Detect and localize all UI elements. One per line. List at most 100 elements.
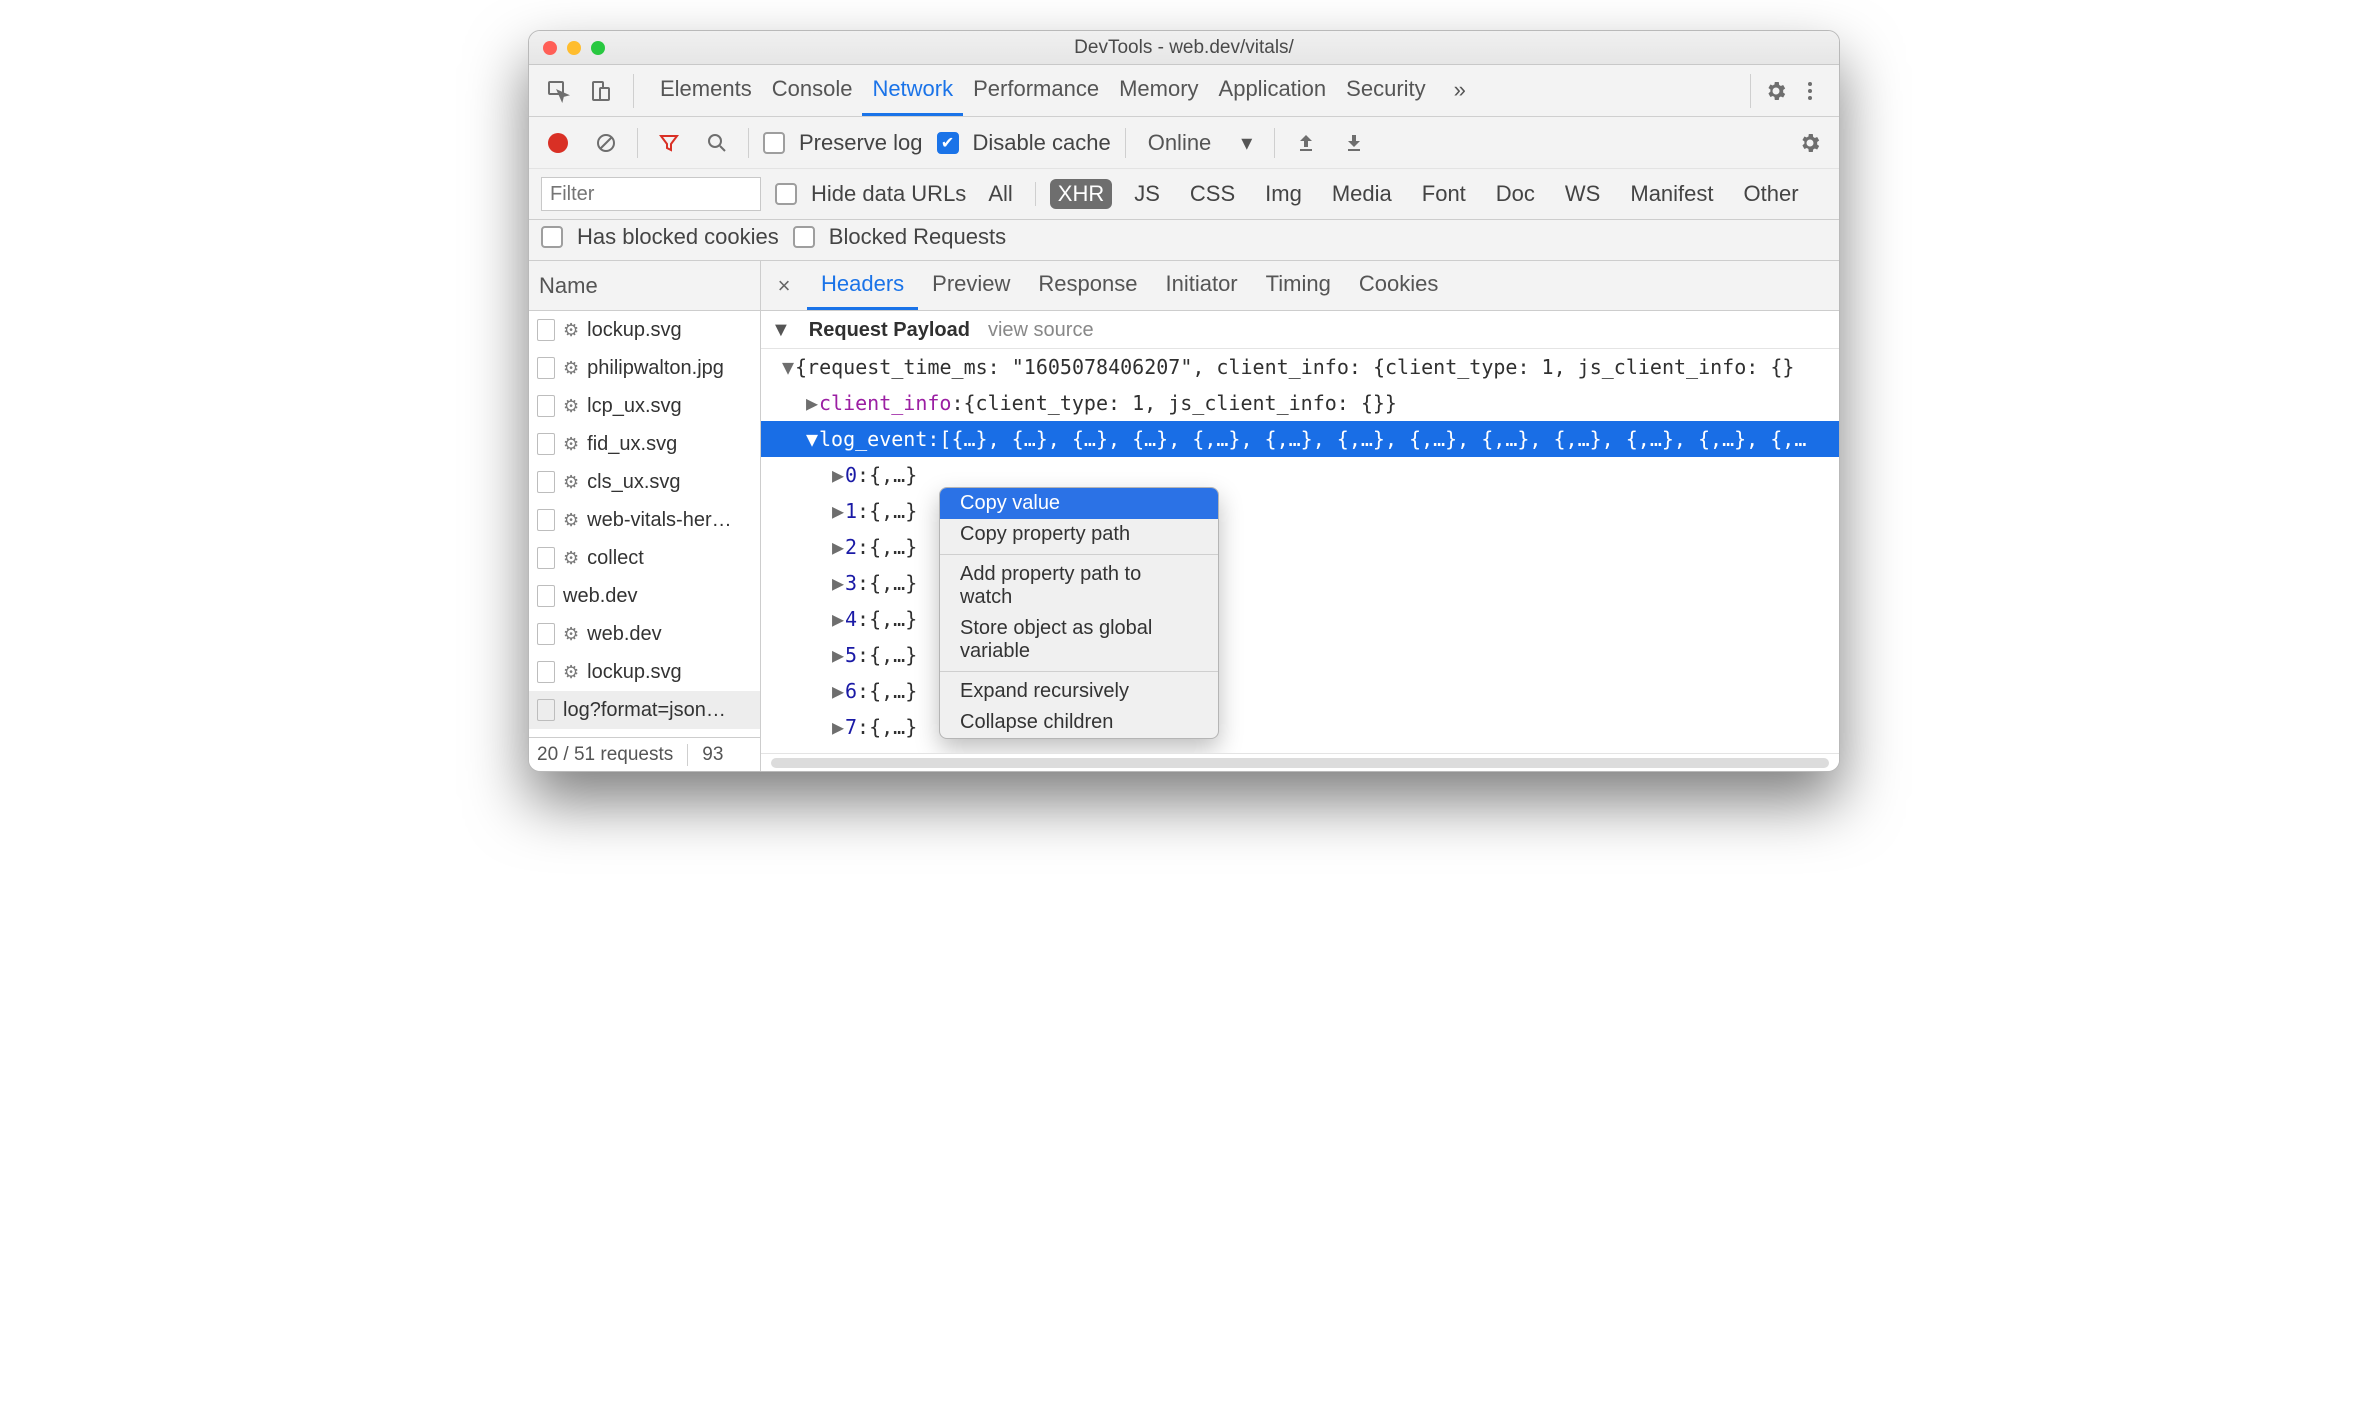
request-name: collect <box>587 547 644 570</box>
request-list-pane: Name ⚙lockup.svg⚙philipwalton.jpg⚙lcp_ux… <box>529 261 761 771</box>
request-name: fid_ux.svg <box>587 433 677 456</box>
filter-type-img[interactable]: Img <box>1257 179 1310 209</box>
filter-type-manifest[interactable]: Manifest <box>1622 179 1721 209</box>
chevron-right-icon: ▶ <box>831 499 845 523</box>
disable-cache-label: Disable cache <box>973 130 1111 156</box>
request-row[interactable]: ⚙web.dev <box>529 615 760 653</box>
detail-tab-timing[interactable]: Timing <box>1252 261 1345 310</box>
detail-tab-response[interactable]: Response <box>1024 261 1151 310</box>
filter-icon[interactable] <box>652 126 686 160</box>
panel-tab-performance[interactable]: Performance <box>963 65 1109 116</box>
detail-tab-cookies[interactable]: Cookies <box>1345 261 1452 310</box>
chevron-right-icon: ▶ <box>831 463 845 487</box>
filter-type-doc[interactable]: Doc <box>1488 179 1543 209</box>
blocked-requests-checkbox[interactable] <box>793 226 815 248</box>
panel-tab-network[interactable]: Network <box>862 65 963 116</box>
request-row[interactable]: ⚙lockup.svg <box>529 653 760 691</box>
gear-icon: ⚙ <box>563 662 579 683</box>
filter-type-js[interactable]: JS <box>1126 179 1168 209</box>
json-row[interactable]: ▶ 2: {,…} <box>761 529 1839 565</box>
window-close-icon[interactable] <box>543 41 557 55</box>
throttle-label: Online <box>1148 130 1212 156</box>
context-menu-separator <box>940 554 1218 555</box>
request-row[interactable]: web.dev <box>529 577 760 615</box>
detail-tab-initiator[interactable]: Initiator <box>1151 261 1251 310</box>
overflow-tabs-icon[interactable]: » <box>1444 66 1476 117</box>
filter-input[interactable] <box>541 177 761 211</box>
request-row[interactable]: ⚙lcp_ux.svg <box>529 387 760 425</box>
filter-type-font[interactable]: Font <box>1414 179 1474 209</box>
file-icon <box>537 433 555 455</box>
name-column-header[interactable]: Name <box>529 261 760 311</box>
context-menu-item[interactable]: Add property path to watch <box>940 559 1218 613</box>
window-minimize-icon[interactable] <box>567 41 581 55</box>
panel-tab-security[interactable]: Security <box>1336 65 1435 116</box>
context-menu-item[interactable]: Copy value <box>940 488 1218 519</box>
request-row[interactable]: ⚙cls_ux.svg <box>529 463 760 501</box>
throttle-select[interactable]: Online ▾ <box>1140 130 1261 156</box>
gear-icon: ⚙ <box>563 472 579 493</box>
panel-tab-application[interactable]: Application <box>1209 65 1337 116</box>
gear-icon: ⚙ <box>563 358 579 379</box>
clear-icon[interactable] <box>589 126 623 160</box>
json-row[interactable]: ▶ 7: {,…} <box>761 709 1839 745</box>
file-icon <box>537 509 555 531</box>
panel-tab-elements[interactable]: Elements <box>650 65 762 116</box>
filter-type-other[interactable]: Other <box>1736 179 1807 209</box>
view-source-link[interactable]: view source <box>988 319 1094 342</box>
context-menu-item[interactable]: Expand recursively <box>940 676 1218 707</box>
disable-cache-checkbox[interactable] <box>937 132 959 154</box>
json-root[interactable]: ▼ {request_time_ms: "1605078406207", cli… <box>761 349 1839 385</box>
filter-type-css[interactable]: CSS <box>1182 179 1243 209</box>
panel-tab-memory[interactable]: Memory <box>1109 65 1208 116</box>
filter-type-xhr[interactable]: XHR <box>1050 179 1112 209</box>
context-menu-item[interactable]: Collapse children <box>940 707 1218 738</box>
context-menu-item[interactable]: Copy property path <box>940 519 1218 550</box>
json-row[interactable]: ▶ 1: {,…} <box>761 493 1839 529</box>
has-blocked-cookies-checkbox[interactable] <box>541 226 563 248</box>
file-icon <box>537 585 555 607</box>
request-row[interactable]: ⚙web-vitals-her… <box>529 501 760 539</box>
panel-tab-console[interactable]: Console <box>762 65 863 116</box>
request-row[interactable]: ⚙collect <box>529 539 760 577</box>
preserve-log-checkbox[interactable] <box>763 132 785 154</box>
more-icon[interactable] <box>1793 74 1827 108</box>
request-payload-section[interactable]: ▼ Request Payload view source <box>761 311 1839 349</box>
filter-type-media[interactable]: Media <box>1324 179 1400 209</box>
horizontal-scrollbar[interactable] <box>771 758 1829 768</box>
hide-data-urls-checkbox[interactable] <box>775 183 797 205</box>
device-toolbar-icon[interactable] <box>583 74 617 108</box>
json-row[interactable]: ▶ 6: {,…} <box>761 673 1839 709</box>
search-icon[interactable] <box>700 126 734 160</box>
file-icon <box>537 319 555 341</box>
network-settings-icon[interactable] <box>1793 126 1827 160</box>
window-title: DevTools - web.dev/vitals/ <box>529 37 1839 59</box>
request-row[interactable]: ⚙lockup.svg <box>529 311 760 349</box>
file-icon <box>537 661 555 683</box>
record-icon[interactable] <box>541 126 575 160</box>
close-detail-icon[interactable]: × <box>769 273 799 299</box>
upload-icon[interactable] <box>1289 126 1323 160</box>
json-row[interactable]: ▶ 3: {,…} <box>761 565 1839 601</box>
filter-bar: Hide data URLs AllXHRJSCSSImgMediaFontDo… <box>529 169 1839 220</box>
filter-type-all[interactable]: All <box>980 179 1020 209</box>
settings-icon[interactable] <box>1759 74 1793 108</box>
detail-tabs: × HeadersPreviewResponseInitiatorTimingC… <box>761 261 1839 311</box>
filter-type-ws[interactable]: WS <box>1557 179 1608 209</box>
download-icon[interactable] <box>1337 126 1371 160</box>
inspect-element-icon[interactable] <box>541 74 575 108</box>
request-row[interactable]: log?format=json… <box>529 691 760 729</box>
json-row[interactable]: ▶ 5: {,…} <box>761 637 1839 673</box>
json-row-selected[interactable]: ▼ log_event: [{…}, {…}, {…}, {…}, {,…}, … <box>761 421 1839 457</box>
request-row[interactable]: ⚙philipwalton.jpg <box>529 349 760 387</box>
json-row[interactable]: ▶ 0: {,…} <box>761 457 1839 493</box>
window-zoom-icon[interactable] <box>591 41 605 55</box>
detail-tab-headers[interactable]: Headers <box>807 261 918 310</box>
request-name: lockup.svg <box>587 319 682 342</box>
request-row[interactable]: ⚙fid_ux.svg <box>529 425 760 463</box>
detail-tab-preview[interactable]: Preview <box>918 261 1024 310</box>
json-row[interactable]: ▶ client_info: {client_type: 1, js_clien… <box>761 385 1839 421</box>
context-menu-item[interactable]: Store object as global variable <box>940 613 1218 667</box>
gear-icon: ⚙ <box>563 624 579 645</box>
json-row[interactable]: ▶ 4: {,…} <box>761 601 1839 637</box>
